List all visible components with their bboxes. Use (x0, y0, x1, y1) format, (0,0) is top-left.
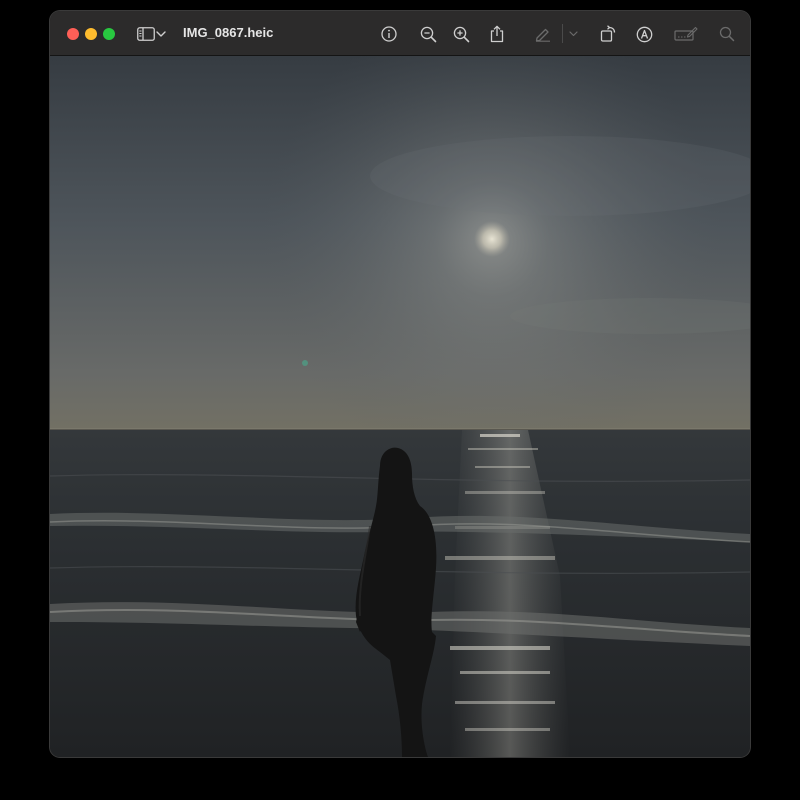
photo-beach-silhouette-sunset (50, 56, 750, 757)
image-canvas[interactable] (50, 56, 750, 757)
toolbar-divider (562, 24, 563, 43)
share-icon (489, 25, 505, 43)
chevron-down-icon (156, 31, 166, 37)
info-button[interactable] (377, 22, 401, 46)
form-fill-button[interactable] (672, 22, 700, 46)
highlight-menu-button[interactable] (566, 22, 580, 46)
markup-button[interactable] (632, 22, 656, 46)
preview-window: IMG_0867.heic (50, 11, 750, 757)
minimize-window-button[interactable] (85, 28, 97, 40)
sidebar-menu-button[interactable] (154, 22, 168, 46)
highlight-pen-icon (534, 26, 552, 42)
form-fill-icon (674, 26, 698, 42)
share-button[interactable] (485, 22, 509, 46)
zoom-out-button[interactable] (416, 22, 440, 46)
highlight-button[interactable] (531, 22, 555, 46)
markup-icon (636, 26, 653, 43)
toolbar: IMG_0867.heic (50, 11, 750, 56)
zoom-in-button[interactable] (449, 22, 473, 46)
zoom-in-icon (453, 26, 470, 43)
window-title: IMG_0867.heic (183, 25, 274, 40)
close-window-button[interactable] (67, 28, 79, 40)
search-button[interactable] (715, 22, 739, 46)
chevron-down-icon (568, 31, 578, 37)
search-icon (719, 26, 735, 42)
rotate-button[interactable] (596, 22, 620, 46)
zoom-out-icon (420, 26, 437, 43)
sidebar-icon (137, 27, 155, 41)
info-icon (381, 26, 397, 42)
zoom-window-button[interactable] (103, 28, 115, 40)
rotate-icon (599, 25, 617, 43)
